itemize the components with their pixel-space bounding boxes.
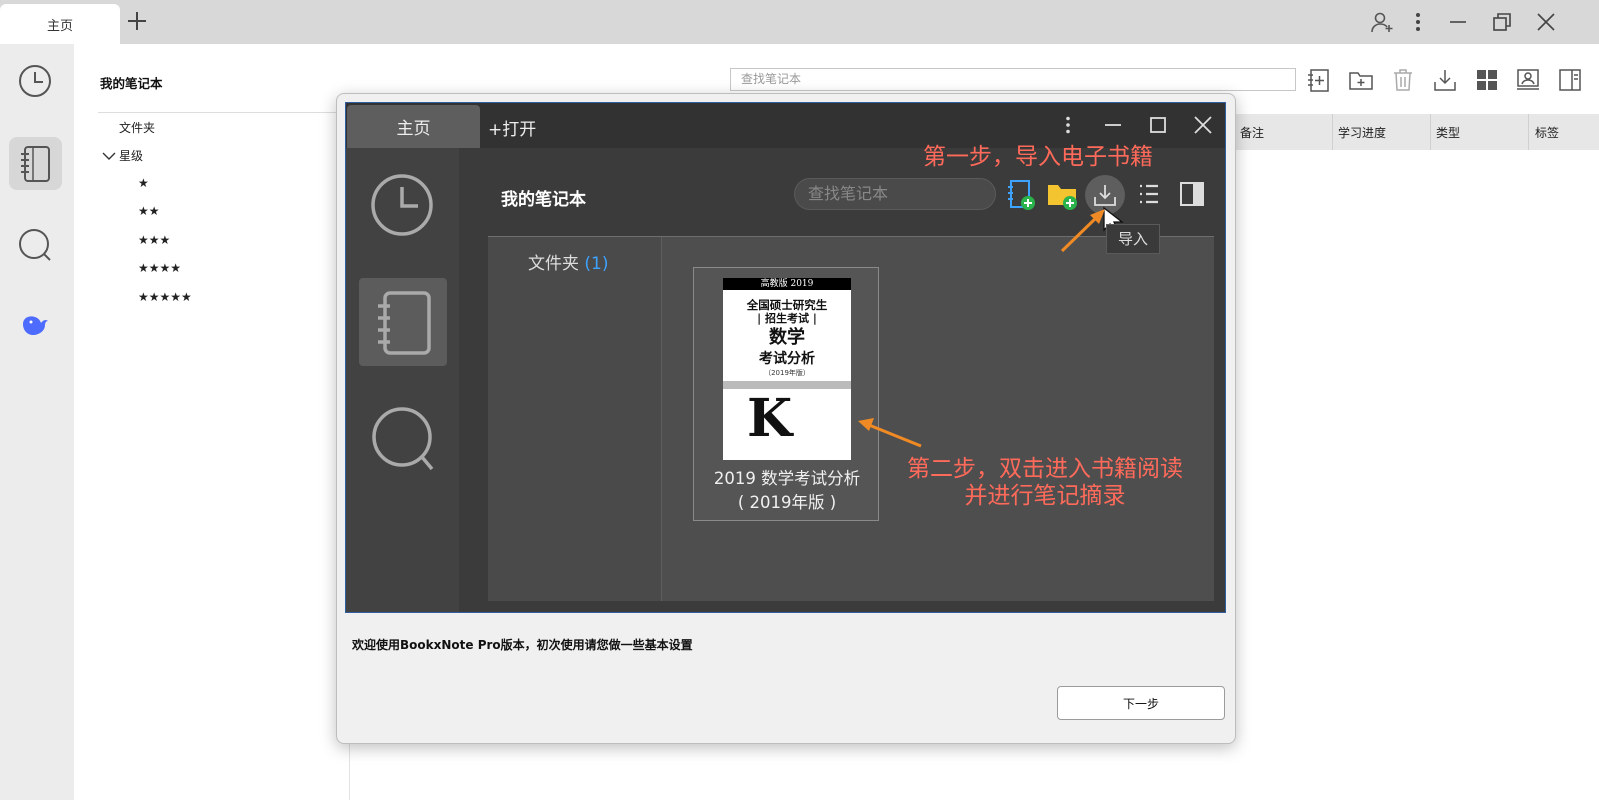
clock-icon xyxy=(19,65,51,97)
grid-view-button[interactable] xyxy=(1474,67,1500,93)
minimize-icon xyxy=(1450,21,1466,23)
tree-star-2[interactable]: ★★ xyxy=(138,204,160,218)
column-header-type[interactable]: 类型 xyxy=(1436,124,1460,141)
tree-folder[interactable]: 文件夹 xyxy=(119,119,155,136)
column-header-notes[interactable]: 备注 xyxy=(1240,124,1264,141)
account-button[interactable] xyxy=(1370,10,1394,34)
restore-icon xyxy=(1493,13,1511,31)
chevron-down-icon xyxy=(102,152,116,160)
tree-star-4[interactable]: ★★★★ xyxy=(138,261,181,275)
import-icon xyxy=(1434,70,1456,91)
add-folder-button[interactable] xyxy=(1348,67,1374,93)
contact-button[interactable] xyxy=(1515,67,1541,93)
column-header-tags[interactable]: 标签 xyxy=(1535,124,1559,141)
search-icon xyxy=(19,229,51,261)
column-separator xyxy=(1332,114,1333,150)
tab-home-label: 主页 xyxy=(46,18,73,34)
trash-icon xyxy=(1394,69,1412,91)
annotation-arrows xyxy=(858,209,1105,448)
column-separator xyxy=(1528,114,1529,150)
rail-notebook-button[interactable] xyxy=(9,137,62,190)
more-vertical-icon xyxy=(1416,13,1420,31)
welcome-text: 欢迎使用BookxNote Pro版本，初次使用请您做一些基本设置 xyxy=(352,638,693,652)
close-icon xyxy=(1537,13,1555,31)
add-notebook-button[interactable] xyxy=(1306,67,1332,93)
rail-ai-button[interactable] xyxy=(20,312,50,338)
import-button[interactable] xyxy=(1432,67,1458,93)
user-add-icon xyxy=(1371,12,1393,33)
plus-icon xyxy=(128,12,146,30)
library-search-input[interactable]: 查找笔记本 xyxy=(730,68,1296,91)
toggle-panel-button[interactable] xyxy=(1557,67,1583,93)
window-tab-bar xyxy=(0,0,1599,44)
tree-star-5[interactable]: ★★★★★ xyxy=(138,290,192,304)
deepseek-whale-icon xyxy=(23,316,48,335)
column-separator xyxy=(1430,114,1431,150)
delete-button[interactable] xyxy=(1390,67,1416,93)
new-tab-button[interactable] xyxy=(124,8,150,34)
minimize-button[interactable] xyxy=(1446,10,1470,34)
panel-icon xyxy=(1559,69,1581,91)
tree-star-3[interactable]: ★★★ xyxy=(138,233,170,247)
tab-home[interactable]: 主页 xyxy=(0,4,120,44)
notebook-icon xyxy=(21,146,50,182)
tree-star-group[interactable]: 星级 xyxy=(102,147,143,164)
column-header-progress[interactable]: 学习进度 xyxy=(1338,124,1386,141)
arrow-to-book xyxy=(858,418,922,448)
tree-star-group-label: 星级 xyxy=(119,149,144,163)
library-title: 我的笔记本 xyxy=(100,76,163,91)
library-divider xyxy=(98,112,348,113)
notebook-table-header: 备注 学习进度 类型 标签 xyxy=(1230,114,1599,150)
rail-search-button[interactable] xyxy=(16,226,54,264)
next-step-button[interactable]: 下一步 xyxy=(1057,686,1225,720)
arrow-to-import xyxy=(1060,209,1105,253)
tree-star-1[interactable]: ★ xyxy=(138,176,149,190)
restore-button[interactable] xyxy=(1490,10,1514,34)
more-menu-button[interactable] xyxy=(1406,10,1430,34)
rail-recent-button[interactable] xyxy=(16,62,54,100)
add-notebook-icon xyxy=(1308,69,1329,92)
tutorial-screenshot: 主页 +打开 我的笔记本 查找笔记本 文件夹 (1) 高教版 2019 全国硕士… xyxy=(345,102,1226,613)
grid-view-icon xyxy=(1477,70,1497,90)
close-button[interactable] xyxy=(1534,10,1558,34)
add-folder-icon xyxy=(1349,72,1373,90)
contact-icon xyxy=(1517,69,1539,90)
